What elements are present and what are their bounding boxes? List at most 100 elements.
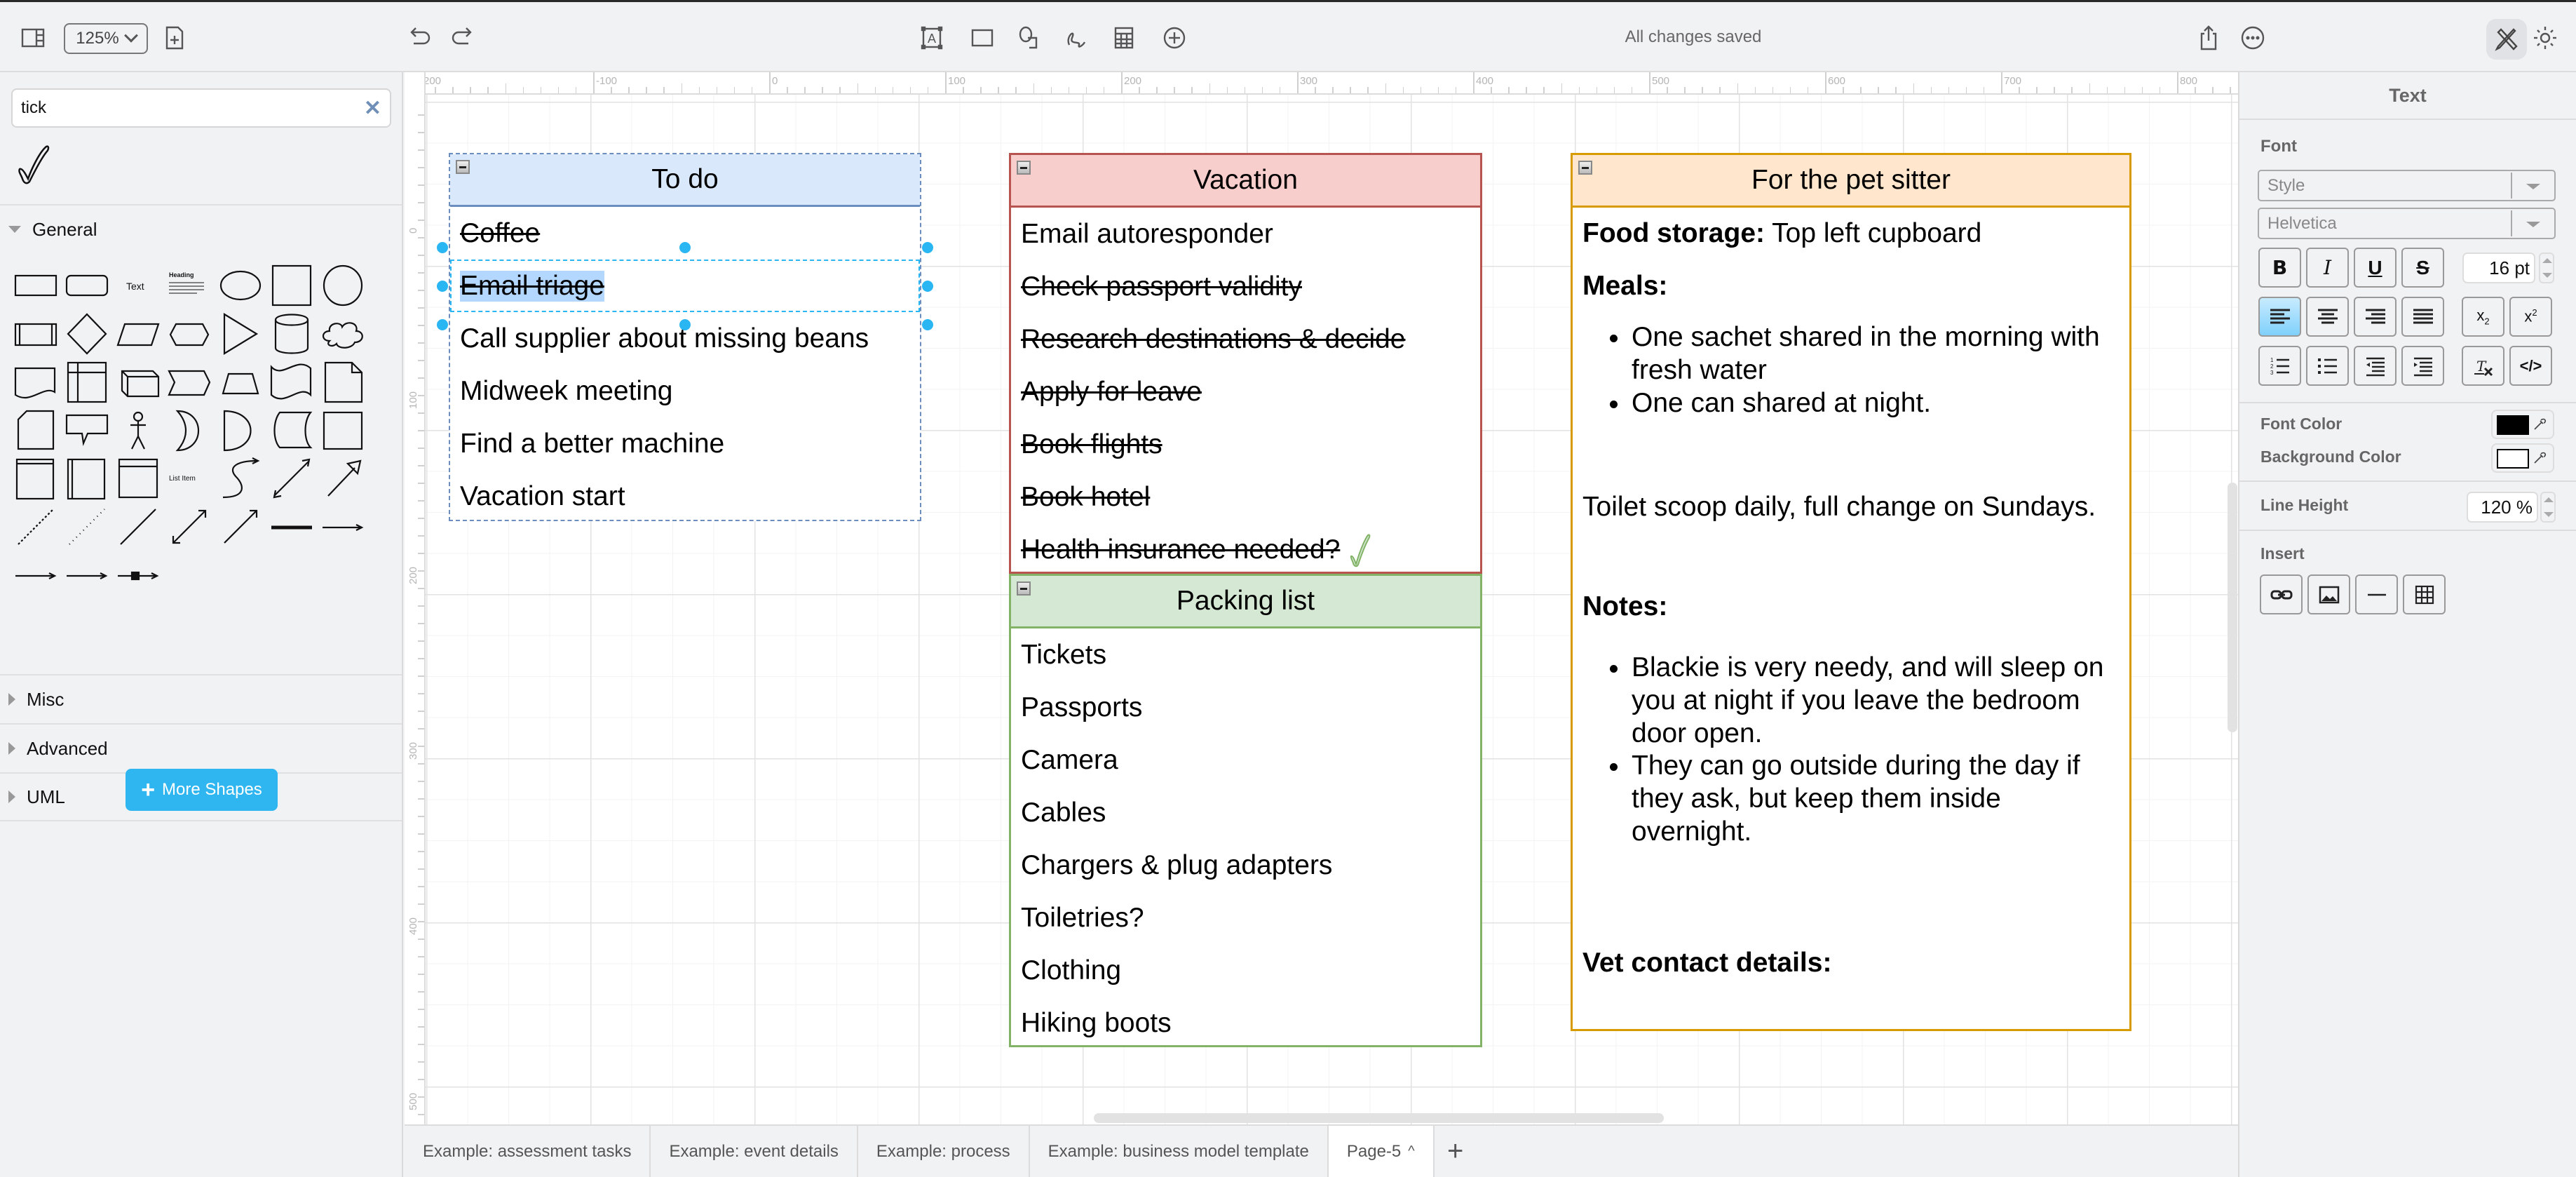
- shape-dotted-line[interactable]: [64, 504, 110, 550]
- freehand-icon[interactable]: [1060, 22, 1092, 54]
- packing-item[interactable]: Tickets: [1011, 628, 1480, 681]
- shape-vertical-container[interactable]: [64, 455, 110, 502]
- line-height-stepper[interactable]: [2540, 492, 2556, 523]
- font-size-input[interactable]: 16 pt: [2462, 253, 2535, 283]
- subscript-button[interactable]: x2: [2462, 297, 2504, 337]
- vacation-item[interactable]: Book flights: [1011, 418, 1480, 471]
- shape-heading[interactable]: Heading: [166, 262, 212, 308]
- shape-curve[interactable]: [217, 455, 264, 502]
- zoom-dropdown[interactable]: 125%: [64, 23, 148, 54]
- vacation-item[interactable]: Research destinations & decide: [1011, 313, 1480, 365]
- vacation-item[interactable]: Email autoresponder: [1011, 208, 1480, 260]
- resize-handle[interactable]: [437, 281, 448, 292]
- shape-text[interactable]: Text: [115, 262, 161, 308]
- outdent-button[interactable]: [2354, 346, 2397, 386]
- section-general[interactable]: General: [0, 204, 402, 253]
- collapse-icon[interactable]: [1017, 581, 1031, 596]
- shape-bidirectional-arrow[interactable]: [269, 455, 315, 502]
- shape-connector-with-2-labels[interactable]: [64, 552, 110, 598]
- shape-rounded-rectangle[interactable]: [64, 262, 110, 308]
- bold-button[interactable]: B: [2258, 248, 2301, 288]
- underline-button[interactable]: U: [2354, 248, 2397, 288]
- vacation-list-container[interactable]: Vacation Email autoresponder Check passpo…: [1009, 153, 1482, 574]
- shape-diamond[interactable]: [64, 310, 110, 356]
- packing-item[interactable]: Clothing: [1011, 944, 1480, 997]
- shape-actor[interactable]: [115, 407, 161, 453]
- format-panel-toggle[interactable]: [2486, 19, 2527, 60]
- page-tab[interactable]: Example: event details: [651, 1126, 858, 1177]
- add-page-button[interactable]: +: [1435, 1126, 1477, 1177]
- packing-item[interactable]: Toiletries?: [1011, 892, 1480, 944]
- shape-card[interactable]: [13, 407, 59, 453]
- insert-link-button[interactable]: [2260, 574, 2303, 614]
- shape-circle[interactable]: [320, 262, 366, 308]
- todo-list-container[interactable]: To do Coffee Email triage Call supplier ab…: [449, 153, 921, 521]
- shape-labeled-connector[interactable]: [320, 504, 366, 550]
- font-size-stepper[interactable]: [2539, 253, 2554, 283]
- shape-list[interactable]: [115, 455, 161, 502]
- shape-callout[interactable]: [64, 407, 110, 453]
- style-dropdown[interactable]: Style: [2258, 170, 2556, 201]
- shape-connector-with-label[interactable]: [13, 552, 59, 598]
- shape-step[interactable]: [166, 358, 212, 405]
- more-shapes-button[interactable]: + More Shapes: [126, 769, 278, 811]
- packing-list-container[interactable]: Packing list Tickets Passports Camera Cable…: [1009, 574, 1482, 1047]
- new-page-icon[interactable]: [158, 22, 190, 54]
- insert-table-button[interactable]: [2403, 574, 2446, 614]
- shape-and[interactable]: [217, 407, 264, 453]
- shape-trapezoid[interactable]: [217, 358, 264, 405]
- checkmark-shape-result[interactable]: [15, 142, 57, 184]
- superscript-button[interactable]: x2: [2509, 297, 2552, 337]
- resize-handle[interactable]: [437, 319, 448, 330]
- shape-bidirectional-connector[interactable]: [166, 504, 212, 550]
- resize-handle[interactable]: [922, 242, 933, 253]
- vacation-item[interactable]: Book hotel: [1011, 471, 1480, 523]
- shapes-icon[interactable]: [1013, 22, 1045, 54]
- vertical-scrollbar[interactable]: [2228, 483, 2237, 732]
- todo-item[interactable]: Email triage: [450, 260, 920, 312]
- collapse-icon[interactable]: [456, 160, 470, 174]
- shape-cloud[interactable]: [320, 310, 366, 356]
- page-tab-active[interactable]: Page-5 ^: [1328, 1126, 1435, 1177]
- shape-data-storage[interactable]: [269, 407, 315, 453]
- page-menu-caret-icon[interactable]: ^: [1408, 1143, 1414, 1159]
- page-tab[interactable]: Example: process: [858, 1126, 1030, 1177]
- insert-horizontal-rule-button[interactable]: [2355, 574, 2398, 614]
- font-color-picker[interactable]: [2491, 410, 2554, 439]
- packing-item[interactable]: Camera: [1011, 734, 1480, 786]
- shape-process[interactable]: [13, 310, 59, 356]
- todo-item[interactable]: Vacation start: [450, 470, 920, 523]
- shape-line[interactable]: [115, 504, 161, 550]
- todo-item[interactable]: Midweek meeting: [450, 365, 920, 417]
- section-advanced[interactable]: Advanced: [0, 723, 402, 772]
- collapse-icon[interactable]: [1017, 161, 1031, 175]
- rectangle-icon[interactable]: [966, 22, 998, 54]
- shape-rectangle[interactable]: [13, 262, 59, 308]
- indent-button[interactable]: [2401, 346, 2444, 386]
- shape-note[interactable]: [320, 358, 366, 405]
- more-icon[interactable]: [2237, 22, 2269, 54]
- justify-button[interactable]: [2401, 297, 2444, 337]
- shape-search-input[interactable]: [21, 98, 364, 118]
- shape-hexagon[interactable]: [166, 310, 212, 356]
- bullet-list-button[interactable]: [2306, 346, 2349, 386]
- vacation-header[interactable]: Vacation: [1011, 155, 1480, 208]
- clear-formatting-button[interactable]: T: [2462, 346, 2504, 386]
- insert-plus-icon[interactable]: [1158, 22, 1191, 54]
- theme-sun-icon[interactable]: [2529, 22, 2561, 54]
- resize-handle[interactable]: [437, 242, 448, 253]
- vacation-item[interactable]: Apply for leave: [1011, 365, 1480, 418]
- shape-cylinder[interactable]: [269, 310, 315, 356]
- pet-sitter-notes[interactable]: Food storage: Top left cupboard Meals: O…: [1582, 208, 2120, 980]
- packing-header[interactable]: Packing list: [1011, 576, 1480, 628]
- redo-icon[interactable]: [447, 22, 479, 54]
- diagram-canvas[interactable]: -200 -100 0 100 200 300 400 500 600 700 800 0 100 20…: [405, 72, 2238, 1124]
- vacation-item[interactable]: Health insurance needed?: [1011, 523, 1480, 576]
- packing-item[interactable]: Cables: [1011, 786, 1480, 839]
- page-tab[interactable]: Example: business model template: [1030, 1126, 1329, 1177]
- resize-handle[interactable]: [679, 319, 691, 330]
- share-icon[interactable]: [2192, 22, 2225, 54]
- vacation-item[interactable]: Check passport validity: [1011, 260, 1480, 313]
- shape-tape[interactable]: [269, 358, 315, 405]
- shape-connector-with-symbol[interactable]: [115, 552, 161, 598]
